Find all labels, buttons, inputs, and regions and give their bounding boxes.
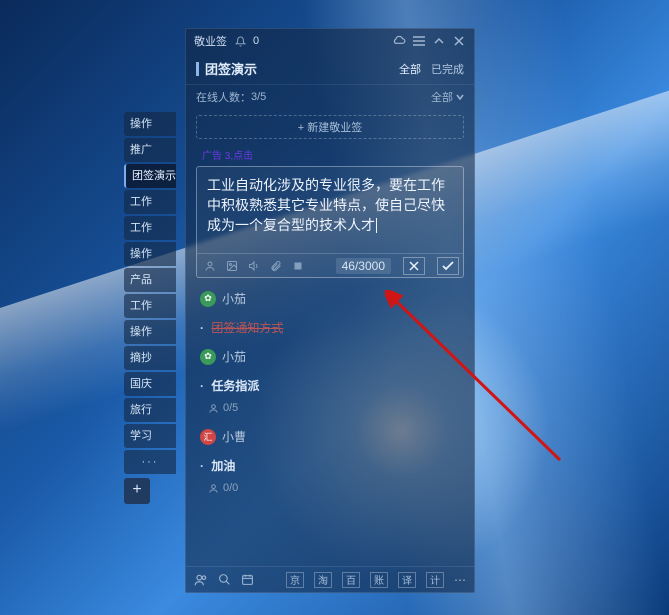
- more-icon[interactable]: ⋯: [454, 573, 466, 587]
- list-item[interactable]: 任务指派: [192, 371, 468, 400]
- sidebar-tab[interactable]: 推广: [124, 138, 176, 162]
- menu-icon[interactable]: [412, 34, 426, 48]
- section-accent-bar: [196, 62, 199, 76]
- stop-icon[interactable]: [291, 259, 305, 273]
- ad-hint[interactable]: 广告 3,点击: [186, 141, 474, 164]
- image-icon[interactable]: [225, 259, 239, 273]
- sidebar-tab[interactable]: 操作: [124, 320, 176, 344]
- person-icon: [208, 403, 219, 414]
- list-item[interactable]: 团签通知方式: [192, 313, 468, 342]
- task-people: 0/5: [192, 400, 468, 422]
- list-user: ✿ 小茄: [192, 342, 468, 371]
- online-label: 在线人数：: [196, 89, 251, 105]
- chevron-down-icon: [456, 94, 464, 100]
- note-editor: 工业自动化涉及的专业很多，要在工作中积极熟悉其它专业特点，使自己尽快成为一个复合…: [196, 166, 464, 278]
- section-header: 团签演示 全部 已完成: [186, 53, 474, 85]
- note-list: 工业自动化涉及的专业很多，要在工作中积极熟悉其它专业特点，使自己尽快成为一个复合…: [186, 164, 474, 566]
- editor-toolbar: 46/3000: [197, 253, 463, 277]
- cancel-button[interactable]: [403, 257, 425, 275]
- sidebar-tab[interactable]: 操作: [124, 112, 176, 136]
- main-panel: 敬业签 0 团签演示 全部 已完成 在线人数： 3/5 全部: [185, 28, 475, 593]
- note-text-struck: 团签通知方式: [211, 321, 283, 335]
- char-counter: 46/3000: [336, 258, 391, 274]
- bell-count: 0: [253, 35, 259, 47]
- quick-link[interactable]: 计: [426, 572, 444, 588]
- sidebar-tab[interactable]: 摘抄: [124, 346, 176, 370]
- contacts-icon[interactable]: [194, 573, 208, 587]
- audio-icon[interactable]: [247, 259, 261, 273]
- list-item[interactable]: 加油: [192, 451, 468, 480]
- online-row: 在线人数： 3/5 全部: [186, 85, 474, 111]
- sidebar-tab[interactable]: 工作: [124, 190, 176, 214]
- collapse-icon[interactable]: [432, 34, 446, 48]
- list-user: ✿ 小茄: [192, 284, 468, 313]
- bell-icon[interactable]: [233, 34, 247, 48]
- search-icon[interactable]: [218, 573, 231, 586]
- quick-link[interactable]: 账: [370, 572, 388, 588]
- cloud-sync-icon[interactable]: [392, 34, 406, 48]
- sidebar-tab[interactable]: 学习: [124, 424, 176, 448]
- avatar: 汇: [200, 429, 216, 445]
- sidebar-add-tab[interactable]: +: [124, 478, 150, 504]
- filter-done[interactable]: 已完成: [431, 61, 464, 77]
- sidebar-tab[interactable]: 工作: [124, 216, 176, 240]
- avatar: ✿: [200, 349, 216, 365]
- attachment-icon[interactable]: [269, 259, 283, 273]
- sidebar-tab-active[interactable]: 团签演示: [124, 164, 176, 188]
- section-title: 团签演示: [205, 59, 257, 78]
- user-name: 小茄: [222, 290, 246, 307]
- new-note-button[interactable]: + 新建敬业签: [196, 115, 464, 139]
- user-name: 小曹: [222, 428, 246, 445]
- task-title: 任务指派: [211, 379, 259, 393]
- calendar-icon[interactable]: [241, 573, 254, 586]
- person-icon[interactable]: [203, 259, 217, 273]
- quick-link[interactable]: 淘: [314, 572, 332, 588]
- close-icon[interactable]: [452, 34, 466, 48]
- note-text: 加油: [211, 459, 235, 473]
- avatar: ✿: [200, 291, 216, 307]
- list-user: 汇 小曹: [192, 422, 468, 451]
- quick-link[interactable]: 百: [342, 572, 360, 588]
- online-count: 3/5: [251, 91, 266, 103]
- sidebar-tab-more[interactable]: ···: [124, 450, 176, 474]
- sidebar-tab[interactable]: 产品: [124, 268, 176, 292]
- text-caret: [376, 218, 377, 233]
- online-dropdown[interactable]: 全部: [431, 89, 464, 105]
- app-name: 敬业签: [194, 33, 227, 49]
- sidebar-tab[interactable]: 国庆: [124, 372, 176, 396]
- sidebar-tab[interactable]: 旅行: [124, 398, 176, 422]
- quick-link[interactable]: 译: [398, 572, 416, 588]
- titlebar: 敬业签 0: [186, 29, 474, 53]
- sidebar-tab[interactable]: 工作: [124, 294, 176, 318]
- person-icon: [208, 483, 219, 494]
- sidebar-tab-stack: 操作 推广 团签演示 工作 工作 操作 产品 工作 操作 摘抄 国庆 旅行 学习…: [124, 112, 176, 504]
- quick-link[interactable]: 京: [286, 572, 304, 588]
- bottom-bar: 京 淘 百 账 译 计 ⋯: [186, 566, 474, 592]
- note-editor-textarea[interactable]: 工业自动化涉及的专业很多，要在工作中积极熟悉其它专业特点，使自己尽快成为一个复合…: [197, 167, 463, 253]
- sidebar-tab[interactable]: 操作: [124, 242, 176, 266]
- task-people: 0/0: [192, 480, 468, 502]
- filter-all[interactable]: 全部: [399, 61, 421, 77]
- user-name: 小茄: [222, 348, 246, 365]
- confirm-button[interactable]: [437, 257, 459, 275]
